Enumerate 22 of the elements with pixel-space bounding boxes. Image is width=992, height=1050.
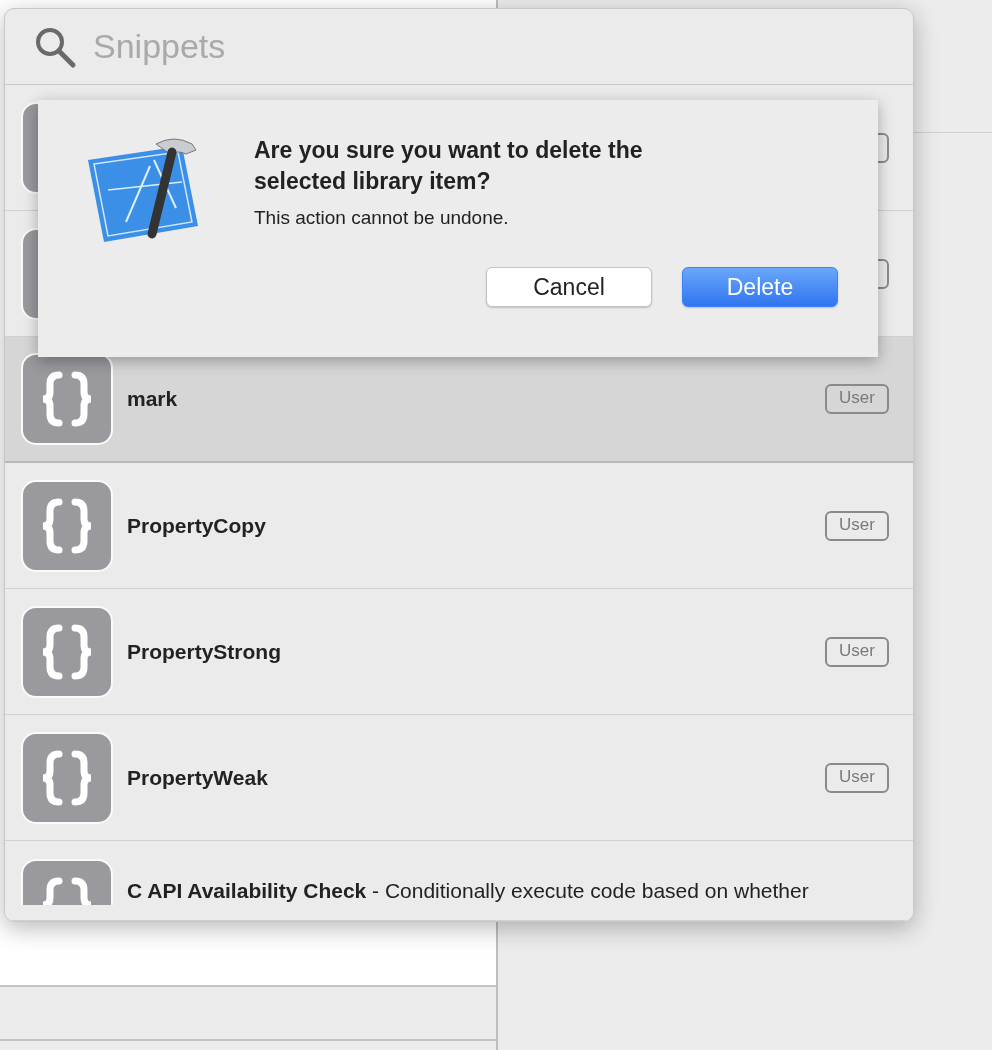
user-tag: User [825,762,889,793]
braces-icon [21,731,113,824]
braces-icon [21,859,113,905]
snippet-row[interactable]: PropertyWeak User [5,715,913,841]
snippet-row[interactable]: PropertyStrong User [5,589,913,715]
search-field[interactable]: Snippets [91,26,695,67]
snippet-title: PropertyStrong [127,639,282,664]
braces-icon [21,479,113,572]
alert-message: This action cannot be undone. [254,207,510,229]
user-tag: User [825,384,889,414]
snippet-title: PropertyCopy [127,513,267,538]
snippet-title: PropertyWeak [127,765,269,790]
alert-title: Are you sure you want to delete the selected library item? [254,136,644,196]
snippet-title: mark [127,387,179,411]
snippet-row[interactable]: C API Availability Check - Conditionally execute code based on whether [5,841,913,921]
user-tag: User [825,510,889,541]
braces-icon [21,353,113,445]
snippet-title: C API Availability Check - Conditionally execute code based on whether [127,878,810,903]
user-tag: User [825,636,889,667]
cancel-button[interactable]: Cancel [486,267,652,307]
braces-icon [21,605,113,698]
snippet-row[interactable]: PropertyCopy User [5,463,913,589]
